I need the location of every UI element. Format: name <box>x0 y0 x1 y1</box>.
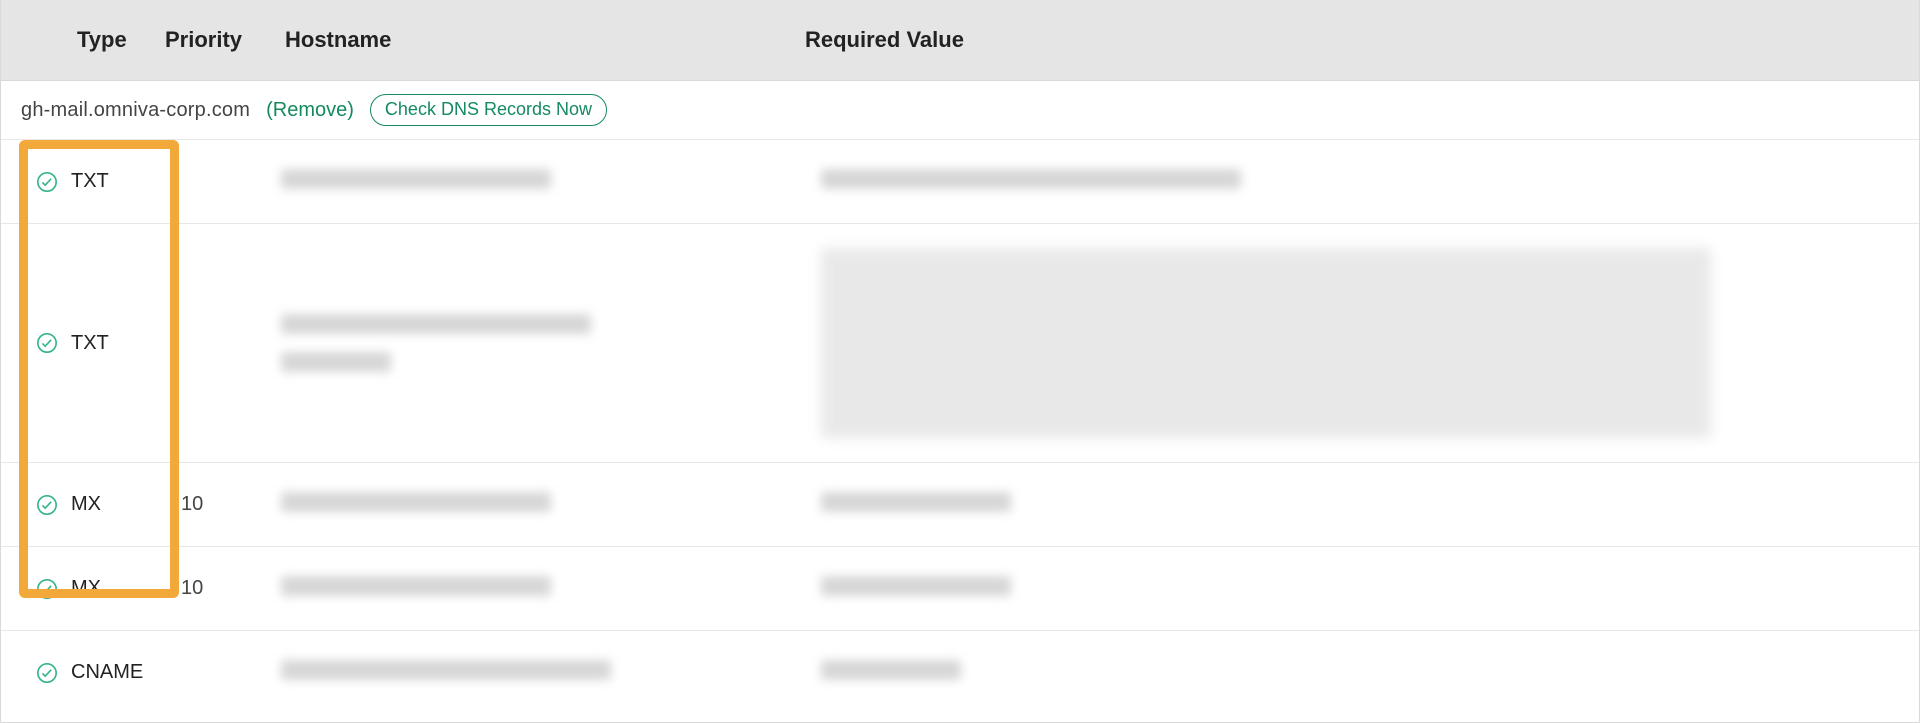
censored-content <box>281 314 591 334</box>
hostname-cell <box>281 660 821 686</box>
table-row: TXT <box>1 224 1919 463</box>
value-cell <box>821 169 1919 195</box>
column-header-priority: Priority <box>161 27 281 53</box>
verified-icon <box>35 493 59 517</box>
dns-records-panel: Type Priority Hostname Required Value gh… <box>0 0 1920 723</box>
verified-icon <box>35 577 59 601</box>
censored-content <box>281 169 551 189</box>
censored-content <box>281 576 551 596</box>
domain-name: gh-mail.omniva-corp.com <box>21 99 250 122</box>
hostname-cell <box>281 314 821 372</box>
censored-content <box>281 352 391 372</box>
value-cell <box>821 660 1919 686</box>
censored-content <box>821 248 1711 438</box>
value-cell <box>821 248 1919 438</box>
column-header-type: Type <box>1 27 161 53</box>
type-cell: CNAME <box>1 661 181 685</box>
censored-content <box>821 492 1011 512</box>
table-row: CNAME <box>1 631 1919 714</box>
remove-domain-link[interactable]: (Remove) <box>266 99 354 122</box>
priority-cell: 10 <box>181 493 281 516</box>
column-header-value: Required Value <box>801 27 1919 53</box>
table-row: MX 10 <box>1 463 1919 547</box>
type-label: TXT <box>71 170 109 193</box>
verified-icon <box>35 170 59 194</box>
censored-content <box>821 660 961 680</box>
type-label: CNAME <box>71 661 143 684</box>
value-cell <box>821 492 1919 518</box>
hostname-cell <box>281 169 821 195</box>
domain-row: gh-mail.omniva-corp.com (Remove) Check D… <box>1 81 1919 140</box>
priority-cell: 10 <box>181 577 281 600</box>
type-cell: MX <box>1 577 181 601</box>
column-header-hostname: Hostname <box>281 27 801 53</box>
table-body: TXT TXT <box>1 140 1919 714</box>
table-row: TXT <box>1 140 1919 224</box>
check-dns-button[interactable]: Check DNS Records Now <box>370 94 607 126</box>
type-label: MX <box>71 577 101 600</box>
type-label: MX <box>71 493 101 516</box>
hostname-cell <box>281 576 821 602</box>
verified-icon <box>35 661 59 685</box>
type-cell: TXT <box>1 331 181 355</box>
type-label: TXT <box>71 332 109 355</box>
hostname-cell <box>281 492 821 518</box>
verified-icon <box>35 331 59 355</box>
type-cell: MX <box>1 493 181 517</box>
censored-content <box>821 576 1011 596</box>
censored-content <box>281 492 551 512</box>
censored-content <box>821 169 1241 189</box>
type-cell: TXT <box>1 170 181 194</box>
censored-content <box>281 660 611 680</box>
value-cell <box>821 576 1919 602</box>
table-header-row: Type Priority Hostname Required Value <box>1 0 1919 81</box>
table-row: MX 10 <box>1 547 1919 631</box>
